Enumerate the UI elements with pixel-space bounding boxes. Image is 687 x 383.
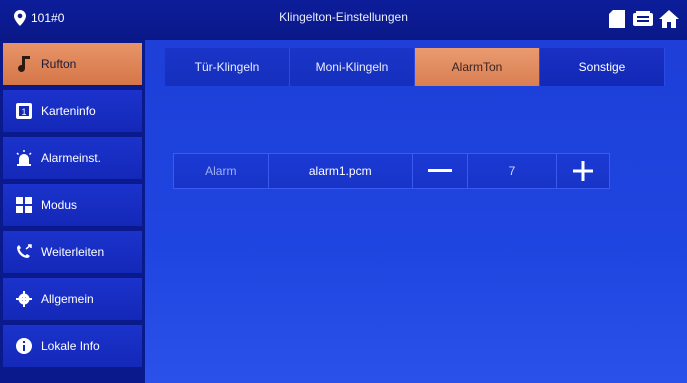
page-title: Klingelton-Einstellungen xyxy=(279,10,408,24)
tab-sonstige[interactable]: Sonstige xyxy=(540,48,665,86)
sidebar-item-label: Rufton xyxy=(41,57,77,71)
tab-bar: Tür-Klingeln Moni-Klingeln AlarmTon Sons… xyxy=(165,48,665,86)
sd-card-icon[interactable] xyxy=(607,9,627,29)
volume-increase-button[interactable] xyxy=(557,154,609,188)
sidebar-item-alarmeinst[interactable]: Alarmeinst. xyxy=(3,137,142,179)
plus-icon xyxy=(573,161,594,181)
sidebar: Rufton 1 Karteninfo Alarmeinst. Modus We… xyxy=(0,40,145,383)
message-icon[interactable] xyxy=(633,9,653,29)
sidebar-item-weiterleiten[interactable]: Weiterleiten xyxy=(3,231,142,273)
top-bar: 101#0 Klingelton-Einstellungen xyxy=(0,0,687,40)
sidebar-item-label: Karteninfo xyxy=(41,104,96,118)
sidebar-item-label: Alarmeinst. xyxy=(41,151,102,165)
volume-decrease-button[interactable] xyxy=(412,154,468,188)
sidebar-item-label: Lokale Info xyxy=(41,339,100,353)
alarm-label: Alarm xyxy=(174,154,269,188)
card-icon: 1 xyxy=(15,102,33,120)
tab-moni-klingeln[interactable]: Moni-Klingeln xyxy=(290,48,415,86)
alarm-light-icon xyxy=(15,149,33,167)
sidebar-item-karteninfo[interactable]: 1 Karteninfo xyxy=(3,90,142,132)
sidebar-item-label: Weiterleiten xyxy=(41,245,105,259)
phone-forward-icon xyxy=(15,243,33,261)
alarm-settings-row: Alarm alarm1.pcm 7 xyxy=(173,153,610,189)
tab-alarmton[interactable]: AlarmTon xyxy=(415,48,540,86)
sidebar-item-allgemein[interactable]: Allgemein xyxy=(3,278,142,320)
info-icon xyxy=(15,337,33,355)
svg-text:1: 1 xyxy=(21,107,26,117)
sidebar-item-lokale-info[interactable]: Lokale Info xyxy=(3,325,142,367)
sidebar-item-modus[interactable]: Modus xyxy=(3,184,142,226)
sidebar-item-label: Allgemein xyxy=(41,292,94,306)
music-note-icon xyxy=(15,55,33,73)
minus-icon xyxy=(427,169,452,172)
grid-icon xyxy=(15,196,33,214)
alarm-file-select[interactable]: alarm1.pcm xyxy=(268,154,413,188)
volume-value: 7 xyxy=(467,154,558,188)
gear-icon xyxy=(15,290,33,308)
tab-tuer-klingeln[interactable]: Tür-Klingeln xyxy=(165,48,290,86)
main-panel: Tür-Klingeln Moni-Klingeln AlarmTon Sons… xyxy=(145,40,687,383)
home-icon[interactable] xyxy=(659,9,679,29)
sidebar-item-label: Modus xyxy=(41,198,78,212)
sidebar-item-rufton[interactable]: Rufton xyxy=(3,43,142,85)
